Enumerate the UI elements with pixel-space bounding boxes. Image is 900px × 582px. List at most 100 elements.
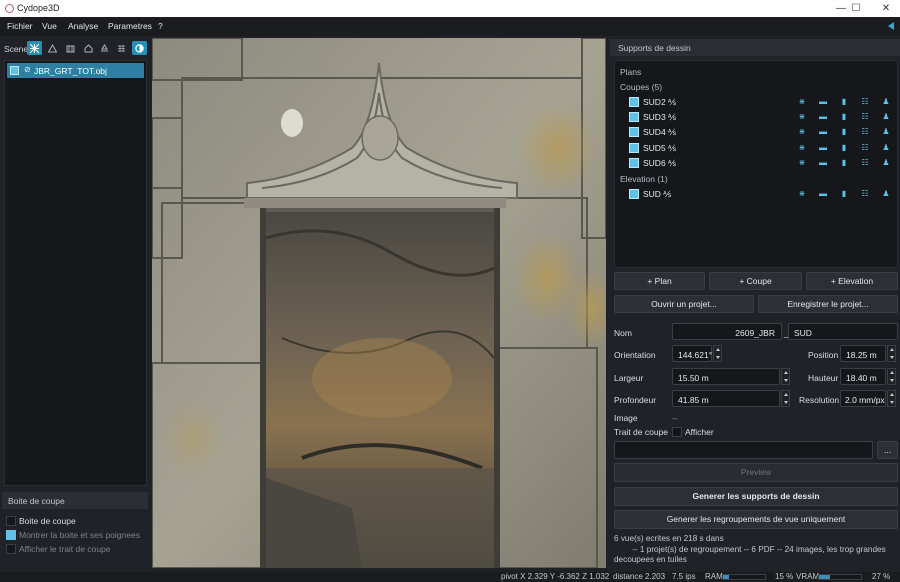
mesh-icon[interactable]: ⋇: [797, 112, 807, 122]
add-coupe-button[interactable]: + Coupe: [709, 272, 802, 290]
add-plan-button[interactable]: + Plan: [614, 272, 705, 290]
collapse-panel-icon[interactable]: [888, 22, 894, 30]
position-field[interactable]: 18.25 m: [840, 345, 886, 362]
save-project-button[interactable]: Enregistrer le projet...: [758, 295, 898, 313]
scene-item[interactable]: ⊘ JBR_GRT_TOT.obj: [7, 63, 144, 78]
generate-groups-button[interactable]: Generer les regroupements de vue uniquem…: [614, 510, 898, 529]
open-project-button[interactable]: Ouvrir un projet...: [614, 295, 754, 313]
tree-group-elevation[interactable]: Elevation (1): [620, 174, 668, 184]
largeur-spinner[interactable]: [781, 368, 790, 385]
tree-root-plans[interactable]: Plans: [620, 67, 641, 77]
person-icon[interactable]: ♟: [881, 97, 891, 107]
list-icon[interactable]: ☷: [860, 127, 870, 137]
menu-analyse[interactable]: Analyse: [68, 21, 98, 31]
tree-row-sud5[interactable]: SUD5 ⅍ ⋇ ▬ ▮ ☷ ♟: [629, 142, 891, 155]
book-icon[interactable]: ▮: [839, 143, 849, 153]
resolution-spinner[interactable]: [887, 390, 896, 407]
list-icon[interactable]: ☷: [860, 97, 870, 107]
menu-help[interactable]: ?: [158, 21, 163, 31]
boite-de-coupe-header[interactable]: Boite de coupe: [2, 492, 148, 509]
row-checkbox[interactable]: [629, 127, 639, 137]
triangle-icon[interactable]: [45, 41, 60, 55]
nom-field[interactable]: 2609_JBR: [672, 323, 782, 340]
profondeur-field[interactable]: 41.85 m: [672, 390, 780, 407]
tree-row-sud4[interactable]: SUD4 ⅍ ⋇ ▬ ▮ ☷ ♟: [629, 126, 891, 139]
visibility-icon[interactable]: ⊘: [24, 65, 31, 74]
mesh-icon[interactable]: ⋇: [797, 143, 807, 153]
list-icon[interactable]: ☷: [860, 189, 870, 199]
nom-suffix-field[interactable]: SUD: [788, 323, 898, 340]
profondeur-label: Profondeur: [614, 395, 657, 405]
building-icon[interactable]: [63, 41, 78, 55]
menu-parametres[interactable]: Parametres: [108, 21, 152, 31]
menu-vue[interactable]: Vue: [42, 21, 57, 31]
afficher-trait-checkbox[interactable]: [6, 544, 16, 554]
mesh-icon[interactable]: ⋇: [797, 189, 807, 199]
close-button[interactable]: ✕: [871, 0, 900, 17]
preview-button[interactable]: Preview: [614, 463, 898, 482]
maximize-button[interactable]: ☐: [841, 0, 871, 17]
person-icon[interactable]: ♟: [881, 143, 891, 153]
afficher-checkbox[interactable]: [672, 427, 682, 437]
scene-label: Scene: [4, 44, 29, 54]
list-icon[interactable]: ☷: [860, 112, 870, 122]
vram-label: VRAM: [796, 572, 820, 581]
tree-row-sud3[interactable]: SUD3 ⅍ ⋇ ▬ ▮ ☷ ♟: [629, 111, 891, 124]
mesh-icon[interactable]: ⋇: [797, 127, 807, 137]
person-icon[interactable]: ♟: [881, 127, 891, 137]
list-icon[interactable]: ☷: [860, 143, 870, 153]
orientation-label: Orientation: [614, 350, 656, 360]
book-icon[interactable]: ▮: [839, 97, 849, 107]
tree-group-coupes[interactable]: Coupes (5): [620, 82, 662, 92]
folder-icon[interactable]: ▬: [818, 143, 828, 153]
orientation-field[interactable]: 144.621°: [672, 345, 712, 362]
person-icon[interactable]: ♟: [881, 112, 891, 122]
hauteur-spinner[interactable]: [887, 368, 896, 385]
title-bar: Cydope3D — ☐ ✕: [0, 0, 900, 17]
profondeur-spinner[interactable]: [781, 390, 790, 407]
person-icon[interactable]: ♟: [881, 189, 891, 199]
largeur-field[interactable]: 15.50 m: [672, 368, 780, 385]
book-icon[interactable]: ▮: [839, 189, 849, 199]
row-checkbox[interactable]: [629, 189, 639, 199]
row-checkbox[interactable]: [629, 143, 639, 153]
row-checkbox[interactable]: [629, 97, 639, 107]
mesh-icon[interactable]: ⋇: [797, 158, 807, 168]
mesh-icon[interactable]: [27, 41, 42, 55]
ram-meter: [722, 574, 766, 580]
boite-de-coupe-checkbox[interactable]: [6, 516, 16, 526]
orientation-spinner[interactable]: [713, 345, 722, 362]
person-icon[interactable]: ♟: [881, 158, 891, 168]
house-icon[interactable]: [81, 41, 96, 55]
folder-icon[interactable]: ▬: [818, 189, 828, 199]
tree-row-sud[interactable]: SUD ⅍ ⋇ ▬ ▮ ☷ ♟: [629, 188, 891, 201]
folder-icon[interactable]: ▬: [818, 127, 828, 137]
add-elevation-button[interactable]: + Elevation: [806, 272, 898, 290]
layers-icon[interactable]: [114, 41, 129, 55]
hauteur-field[interactable]: 18.40 m: [840, 368, 886, 385]
folder-icon[interactable]: ▬: [818, 158, 828, 168]
generate-supports-button[interactable]: Generer les supports de dessin: [614, 487, 898, 506]
tree-row-sud6[interactable]: SUD6 ⅍ ⋇ ▬ ▮ ☷ ♟: [629, 157, 891, 170]
montrer-boite-checkbox[interactable]: [6, 530, 16, 540]
sphere-icon[interactable]: [132, 41, 147, 55]
row-label: SUD4 ⅍: [643, 127, 677, 137]
position-spinner[interactable]: [887, 345, 896, 362]
book-icon[interactable]: ▮: [839, 158, 849, 168]
output-path-field[interactable]: [614, 441, 873, 459]
folder-icon[interactable]: ▬: [818, 97, 828, 107]
book-icon[interactable]: ▮: [839, 112, 849, 122]
list-icon[interactable]: ☷: [860, 158, 870, 168]
resolution-field[interactable]: 2.0 mm/px: [840, 390, 886, 407]
browse-button[interactable]: ...: [877, 441, 898, 459]
tree-row-sud2[interactable]: SUD2 ⅍ ⋇ ▬ ▮ ☷ ♟: [629, 96, 891, 109]
3d-viewport[interactable]: [152, 38, 606, 568]
scene-item-checkbox[interactable]: [10, 66, 19, 75]
book-icon[interactable]: ▮: [839, 127, 849, 137]
row-checkbox[interactable]: [629, 158, 639, 168]
folder-icon[interactable]: ▬: [818, 112, 828, 122]
stack-icon[interactable]: [97, 41, 112, 55]
row-checkbox[interactable]: [629, 112, 639, 122]
mesh-icon[interactable]: ⋇: [797, 97, 807, 107]
menu-fichier[interactable]: Fichier: [7, 21, 33, 31]
